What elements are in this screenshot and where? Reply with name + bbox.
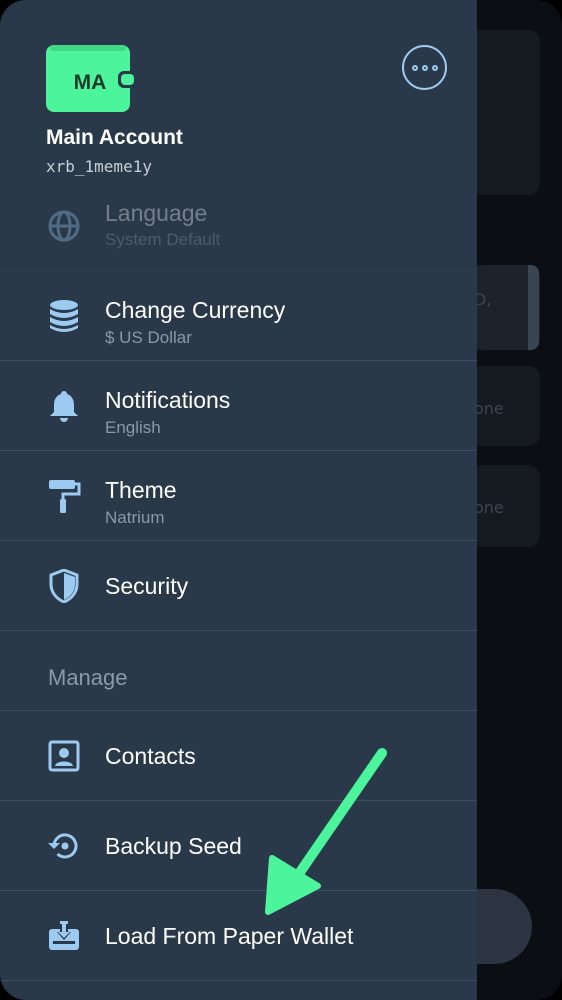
manage-item-title: Contacts: [105, 743, 196, 769]
settings-item-security[interactable]: Security: [0, 541, 477, 631]
account-name: Main Account: [46, 126, 183, 149]
svg-text:MA: MA: [74, 71, 107, 94]
globe-icon: [46, 208, 82, 244]
settings-item-subtitle: $ US Dollar: [105, 328, 192, 347]
settings-item-title: Notifications: [105, 387, 231, 413]
more-options-button[interactable]: [402, 45, 447, 90]
backup-restore-icon: [46, 828, 82, 864]
settings-item-subtitle: Natrium: [105, 508, 165, 527]
settings-item-title: Security: [105, 573, 189, 599]
settings-item-notifications[interactable]: Notifications English: [0, 361, 477, 451]
dot-icon: [411, 64, 418, 71]
manage-item-contacts[interactable]: Contacts: [0, 711, 477, 801]
settings-item-language[interactable]: Language System Default: [0, 181, 477, 271]
coins-stack-icon: [46, 298, 82, 334]
manage-item-load-paper-wallet[interactable]: Load From Paper Wallet: [0, 891, 477, 981]
settings-item-title: Language: [105, 200, 208, 226]
background-card-accent: [528, 265, 539, 350]
paper-wallet-import-icon: [46, 918, 82, 954]
manage-item-title: Backup Seed: [105, 833, 242, 859]
settings-item-subtitle: English: [105, 418, 161, 437]
paint-roller-icon: [46, 478, 82, 514]
section-title: Manage: [48, 665, 128, 690]
settings-item-change-currency[interactable]: Change Currency $ US Dollar: [0, 271, 477, 361]
settings-list: Language System Default Change Currency …: [0, 182, 477, 981]
app-screen: D, one one MA MA Main Account xrb_1meme1…: [0, 0, 562, 1000]
settings-item-title: Change Currency: [105, 297, 286, 323]
background-card: [470, 30, 540, 195]
contact-card-icon: [46, 738, 82, 774]
account-address: xrb_1meme1y: [46, 157, 152, 176]
manage-item-title: Load From Paper Wallet: [105, 923, 354, 949]
manage-item-backup-seed[interactable]: Backup Seed: [0, 801, 477, 891]
shield-icon: [46, 568, 82, 604]
background-text: one: [474, 399, 504, 418]
background-text: one: [474, 498, 504, 517]
bell-icon: [46, 388, 82, 424]
navigation-drawer: MA MA Main Account xrb_1meme1y Language: [0, 0, 477, 1000]
wallet-icon[interactable]: MA: [46, 45, 137, 112]
settings-item-subtitle: System Default: [105, 230, 221, 249]
manage-section-header: Manage: [0, 631, 477, 711]
settings-item-title: Theme: [105, 477, 177, 503]
dot-icon: [431, 64, 438, 71]
settings-item-theme[interactable]: Theme Natrium: [0, 451, 477, 541]
dot-icon: [421, 64, 428, 71]
